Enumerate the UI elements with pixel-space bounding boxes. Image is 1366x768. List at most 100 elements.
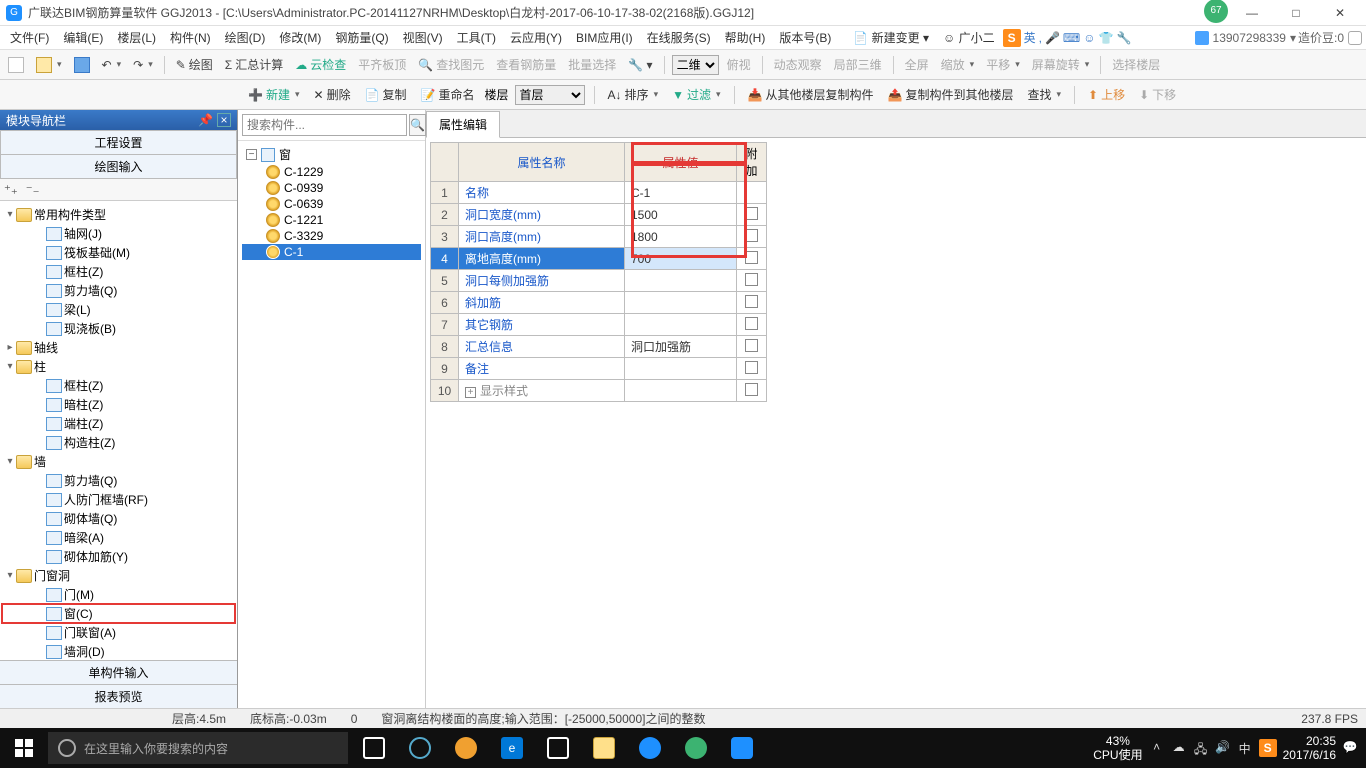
- ct-del[interactable]: ✕ 删除: [310, 84, 355, 105]
- menu-item[interactable]: 钢筋量(Q): [329, 27, 394, 48]
- component-tree[interactable]: −窗C-1229C-0939C-0639C-1221C-3329C-1: [238, 141, 425, 708]
- tb-local3d[interactable]: 局部三维: [830, 54, 886, 75]
- tb-flat[interactable]: 平齐板顶: [354, 54, 410, 75]
- account-info[interactable]: 13907298339 ▾: [1195, 31, 1296, 45]
- tray-ime[interactable]: 中: [1237, 740, 1253, 756]
- taskbar-search[interactable]: 在这里输入你要搜索的内容: [48, 732, 348, 764]
- menu-item[interactable]: 修改(M): [273, 27, 327, 48]
- menu-item[interactable]: 绘图(D): [219, 27, 272, 48]
- tree-item[interactable]: 墙洞(D): [2, 642, 235, 660]
- ct-find[interactable]: 查找: [1023, 84, 1065, 105]
- ct-new[interactable]: ➕ 新建: [244, 84, 304, 105]
- tree-item[interactable]: 窗(C): [2, 604, 235, 623]
- nav-tab-project[interactable]: 工程设置: [0, 130, 237, 155]
- menu-item[interactable]: 文件(F): [4, 27, 55, 48]
- prop-row[interactable]: 9备注: [431, 358, 767, 380]
- app-browser2[interactable]: [628, 728, 672, 768]
- app-edge[interactable]: e: [490, 728, 534, 768]
- tree-item[interactable]: 门(M): [2, 585, 235, 604]
- tb-zoom[interactable]: 缩放: [937, 54, 979, 75]
- tree-item[interactable]: 剪力墙(Q): [2, 471, 235, 490]
- tb-redo[interactable]: ↷: [129, 56, 157, 74]
- ct-up[interactable]: ⬆ 上移: [1084, 84, 1129, 105]
- prop-row[interactable]: 7其它钢筋: [431, 314, 767, 336]
- ime-emoji-icon[interactable]: ☺: [1083, 31, 1095, 45]
- menu-item[interactable]: 楼层(L): [111, 27, 162, 48]
- tree-group[interactable]: ▾柱: [2, 357, 235, 376]
- search-button[interactable]: 🔍: [409, 114, 426, 136]
- tree-group[interactable]: ▾常用构件类型: [2, 205, 235, 224]
- prop-row[interactable]: 6斜加筋: [431, 292, 767, 314]
- tree-item[interactable]: 门联窗(A): [2, 623, 235, 642]
- nav-bottom-report[interactable]: 报表预览: [0, 684, 237, 708]
- app-360safe[interactable]: [674, 728, 718, 768]
- tree-item[interactable]: 现浇板(B): [2, 319, 235, 338]
- tray-clock[interactable]: 20:352017/6/16: [1283, 734, 1336, 763]
- tree-item[interactable]: 砌体加筋(Y): [2, 547, 235, 566]
- tb-draw[interactable]: ✎ 绘图: [172, 54, 217, 75]
- tree-item[interactable]: 暗柱(Z): [2, 395, 235, 414]
- comp-item[interactable]: C-1229: [242, 164, 421, 180]
- tb-rot[interactable]: 屏幕旋转: [1028, 54, 1094, 75]
- nav-bottom-single[interactable]: 单构件输入: [0, 660, 237, 684]
- comp-item[interactable]: C-1: [242, 244, 421, 260]
- tb-new[interactable]: [4, 55, 28, 75]
- tree-group[interactable]: ▸轴线: [2, 338, 235, 357]
- ct-sort[interactable]: A↓ 排序: [604, 84, 663, 105]
- maximize-button[interactable]: □: [1276, 3, 1316, 23]
- tb-findimg[interactable]: 🔍 查找图元: [414, 54, 488, 75]
- tb-top[interactable]: 俯视: [723, 54, 755, 75]
- prop-row[interactable]: 8汇总信息洞口加强筋: [431, 336, 767, 358]
- tree-item[interactable]: 端柱(Z): [2, 414, 235, 433]
- nav-close[interactable]: ×: [217, 113, 231, 127]
- notification-badge[interactable]: 67: [1204, 0, 1228, 23]
- ct-copy-to[interactable]: 📤 复制构件到其他楼层: [884, 84, 1018, 105]
- tray-notif-icon[interactable]: 💬: [1342, 740, 1358, 756]
- prop-row[interactable]: 5洞口每侧加强筋: [431, 270, 767, 292]
- prop-row[interactable]: 10+显示样式: [431, 380, 767, 402]
- menu-item[interactable]: 构件(N): [164, 27, 217, 48]
- menu-item[interactable]: 云应用(Y): [504, 27, 568, 48]
- menu-item[interactable]: 编辑(E): [57, 27, 109, 48]
- close-button[interactable]: ✕: [1320, 3, 1360, 23]
- ime-mic-icon[interactable]: 🎤: [1045, 31, 1060, 45]
- tb-sum[interactable]: Σ 汇总计算: [221, 54, 287, 75]
- tb-more[interactable]: 🔧 ▾: [624, 56, 656, 74]
- menu-item[interactable]: BIM应用(I): [570, 27, 639, 48]
- taskview-icon[interactable]: [352, 728, 396, 768]
- tray-sogou-icon[interactable]: S: [1259, 739, 1277, 757]
- menu-item[interactable]: 视图(V): [397, 27, 449, 48]
- ct-copy[interactable]: 📄 复制: [361, 84, 411, 105]
- tab-property[interactable]: 属性编辑: [426, 111, 500, 138]
- cpu-meter[interactable]: 43%CPU使用: [1093, 734, 1142, 763]
- tb-dyn[interactable]: 动态观察: [770, 54, 826, 75]
- tb-full[interactable]: 全屏: [901, 54, 933, 75]
- minimize-button[interactable]: —: [1232, 3, 1272, 23]
- tray-vol-icon[interactable]: 🔊: [1215, 740, 1231, 756]
- expand-all-icon[interactable]: ⁺₊: [4, 182, 18, 198]
- app-cortana[interactable]: [398, 728, 442, 768]
- comp-root[interactable]: −窗: [242, 145, 421, 164]
- tb-selfloor[interactable]: 选择楼层: [1108, 54, 1164, 75]
- tb-open[interactable]: [32, 55, 66, 75]
- tb-undo[interactable]: ↶: [98, 56, 126, 74]
- prop-row[interactable]: 4离地高度(mm)700: [431, 248, 767, 270]
- comp-item[interactable]: C-3329: [242, 228, 421, 244]
- ct-filter[interactable]: ▼ 过滤: [668, 84, 724, 105]
- tree-group[interactable]: ▾墙: [2, 452, 235, 471]
- comp-item[interactable]: C-1221: [242, 212, 421, 228]
- tree-item[interactable]: 剪力墙(Q): [2, 281, 235, 300]
- tree-item[interactable]: 框柱(Z): [2, 376, 235, 395]
- tray-onedrive-icon[interactable]: ☁: [1171, 740, 1187, 756]
- tree-item[interactable]: 轴网(J): [2, 224, 235, 243]
- app-explorer[interactable]: [582, 728, 626, 768]
- tree-item[interactable]: 人防门框墙(RF): [2, 490, 235, 509]
- tree-item[interactable]: 框柱(Z): [2, 262, 235, 281]
- menu-item[interactable]: 工具(T): [451, 27, 502, 48]
- tb-pan[interactable]: 平移: [982, 54, 1024, 75]
- tb-viewrebar[interactable]: 查看钢筋量: [492, 54, 560, 75]
- start-button[interactable]: [0, 728, 48, 768]
- tree-item[interactable]: 筏板基础(M): [2, 243, 235, 262]
- pin-icon[interactable]: 📌: [198, 113, 213, 127]
- app-store[interactable]: [536, 728, 580, 768]
